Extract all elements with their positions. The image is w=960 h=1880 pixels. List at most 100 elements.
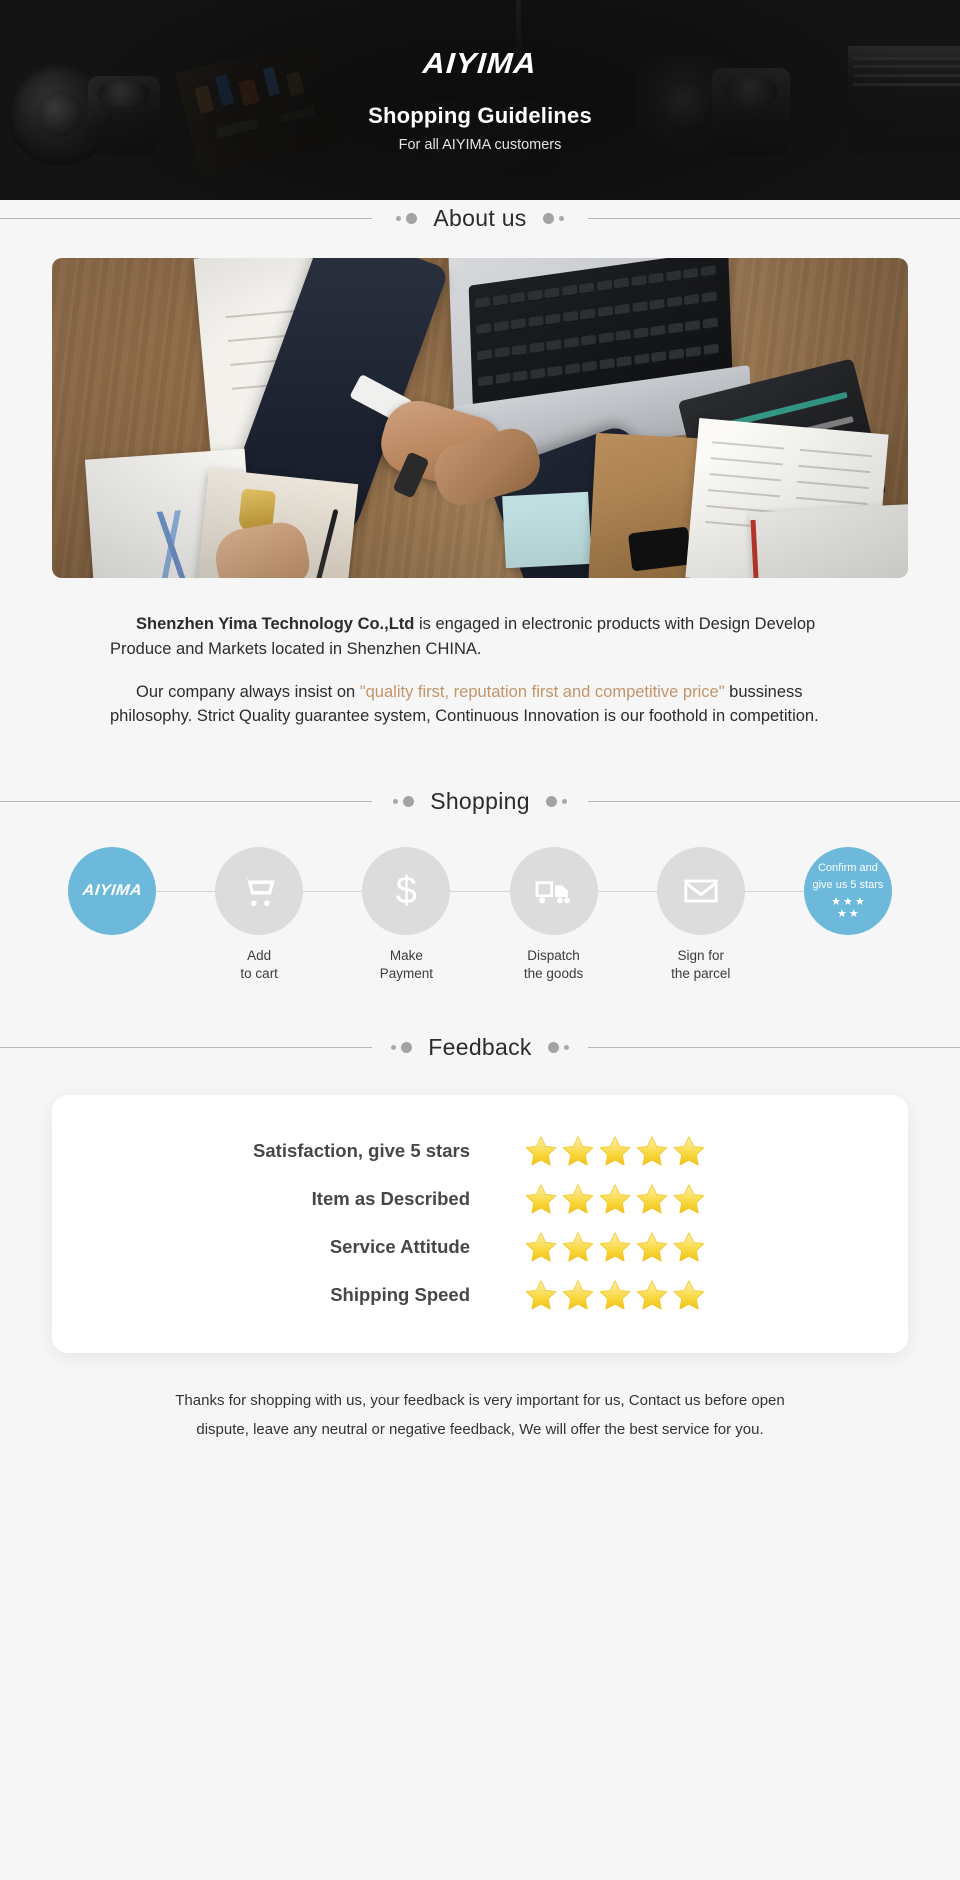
divider-large-dot-icon [542, 212, 554, 224]
star-icon [562, 1183, 594, 1214]
confirm-star-row-bottom: ★ ★ [837, 907, 859, 920]
star-icon: ★ [842, 895, 853, 908]
divider-dots-left [391, 1041, 413, 1053]
star-icon [525, 1183, 557, 1214]
section-title-shopping: Shopping [430, 787, 530, 814]
feedback-row: Item as Described [52, 1175, 908, 1223]
section-title-feedback: Feedback [428, 1033, 532, 1060]
about-section: Shenzhen Yima Technology Co.,Ltd is enga… [0, 236, 960, 729]
shopping-cart-glyph [243, 877, 275, 907]
feedback-star-rating [524, 1134, 706, 1168]
star-icon [599, 1279, 631, 1310]
dollar-glyph: $ [395, 870, 417, 912]
envelope-glyph [684, 879, 718, 903]
about-paragraph-2-lead: Our company always insist on [136, 682, 360, 701]
feedback-label: Shipping Speed [330, 1284, 470, 1305]
shopping-cart-icon [215, 847, 304, 935]
divider-line-right [588, 1047, 960, 1048]
star-icon [636, 1231, 668, 1262]
step-aiyima-store: AIYIMA [52, 847, 172, 935]
feedback-label: Satisfaction, give 5 stars [253, 1140, 470, 1161]
confirm-inner: Confirm and give us 5 stars ★ ★ ★ ★ ★ [808, 862, 887, 920]
step-label-sign-parcel: Sign for the parcel [671, 947, 730, 983]
divider-large-dot-icon [403, 795, 415, 807]
star-icon [562, 1279, 594, 1310]
delivery-truck-icon [509, 847, 598, 935]
step-label-line1: Sign for [677, 948, 724, 963]
divider-dots-left [396, 212, 418, 224]
divider-small-dot-icon [393, 798, 399, 804]
feedback-star-rating [524, 1278, 706, 1312]
star-icon: ★ [837, 907, 847, 920]
banner-title: Shopping Guidelines [368, 102, 592, 128]
star-icon [673, 1231, 705, 1262]
photo-vignette [52, 258, 908, 578]
feedback-star-rating [524, 1182, 706, 1216]
divider-dots-right [547, 1041, 569, 1053]
footer-note: Thanks for shopping with us, your feedba… [40, 1387, 920, 1444]
page-banner: AIYIMA Shopping Guidelines For all AIYIM… [0, 0, 960, 200]
confirm-stars-icon: Confirm and give us 5 stars ★ ★ ★ ★ ★ [803, 847, 892, 935]
star-icon [673, 1135, 705, 1166]
star-icon [636, 1279, 668, 1310]
section-divider-shopping: Shopping [0, 783, 960, 819]
star-icon [599, 1135, 631, 1166]
handshake-photo [52, 258, 908, 578]
shopping-steps: AIYIMA Add to cart $ Make Payment Dispat… [52, 847, 908, 987]
star-icon: ★ [831, 895, 841, 908]
divider-dots-right [542, 212, 564, 224]
divider-line-right [588, 218, 960, 219]
step-label-make-payment: Make Payment [380, 947, 433, 983]
step-label-line2: the parcel [671, 966, 731, 982]
banner-text-block: AIYIMA Shopping Guidelines For all AIYIM… [0, 0, 960, 200]
about-paragraph-1: Shenzhen Yima Technology Co.,Ltd is enga… [110, 612, 850, 662]
section-divider-about: About us [0, 200, 960, 236]
quality-motto-quote: "quality first, reputation first and com… [359, 682, 725, 701]
star-icon [599, 1231, 631, 1262]
step-label-line2: the goods [523, 966, 584, 982]
step-confirm-rate: Confirm and give us 5 stars ★ ★ ★ ★ ★ [788, 847, 908, 935]
section-divider-feedback: Feedback [0, 1029, 960, 1065]
confirm-star-row-top: ★ ★ ★ [831, 895, 865, 908]
aiyima-brand-logo: AIYIMA [421, 47, 539, 80]
divider-small-dot-icon [396, 215, 402, 221]
divider-dots-left [393, 795, 415, 807]
feedback-row: Service Attitude [52, 1223, 908, 1271]
divider-small-dot-icon [563, 1044, 569, 1050]
step-label-line1: Make [389, 948, 423, 963]
company-name: Shenzhen Yima Technology Co.,Ltd [136, 615, 415, 633]
feedback-card: Satisfaction, give 5 stars Item as Descr… [52, 1095, 908, 1353]
feedback-label: Item as Described [311, 1188, 470, 1209]
divider-small-dot-icon [561, 798, 567, 804]
step-label-line2: to cart [240, 966, 278, 982]
divider-line-left [0, 218, 372, 219]
step-label-line2: Payment [379, 966, 434, 982]
delivery-truck-glyph [535, 881, 570, 904]
divider-small-dot-icon [558, 215, 564, 221]
star-icon [525, 1279, 557, 1310]
divider-line-left [0, 1047, 372, 1048]
divider-large-dot-icon [401, 1041, 413, 1053]
divider-large-dot-icon [545, 795, 557, 807]
star-icon [673, 1279, 705, 1310]
confirm-line-2: give us 5 stars [812, 878, 884, 891]
step-label-line1: Add [247, 948, 272, 963]
confirm-star-cluster: ★ ★ ★ ★ ★ [831, 895, 865, 920]
footer-note-line-2: dispute, leave any neutral or negative f… [196, 1420, 764, 1438]
banner-subtitle: For all AIYIMA customers [398, 136, 562, 153]
about-paragraph-2: Our company always insist on "quality fi… [110, 680, 850, 730]
feedback-star-rating [524, 1230, 706, 1264]
feedback-label: Service Attitude [329, 1236, 470, 1257]
feedback-row: Shipping Speed [52, 1271, 908, 1319]
star-icon [562, 1231, 594, 1262]
aiyima-logo-icon: AIYIMA [68, 847, 156, 935]
divider-line-right [588, 801, 960, 802]
step-make-payment: $ Make Payment [346, 847, 466, 983]
step-add-to-cart: Add to cart [199, 847, 319, 983]
star-icon [562, 1135, 594, 1166]
step-label-line1: Dispatch [527, 948, 580, 963]
about-text-block: Shenzhen Yima Technology Co.,Ltd is enga… [52, 578, 908, 729]
star-icon: ★ [848, 907, 859, 920]
star-icon [636, 1135, 668, 1166]
star-icon [599, 1183, 631, 1214]
